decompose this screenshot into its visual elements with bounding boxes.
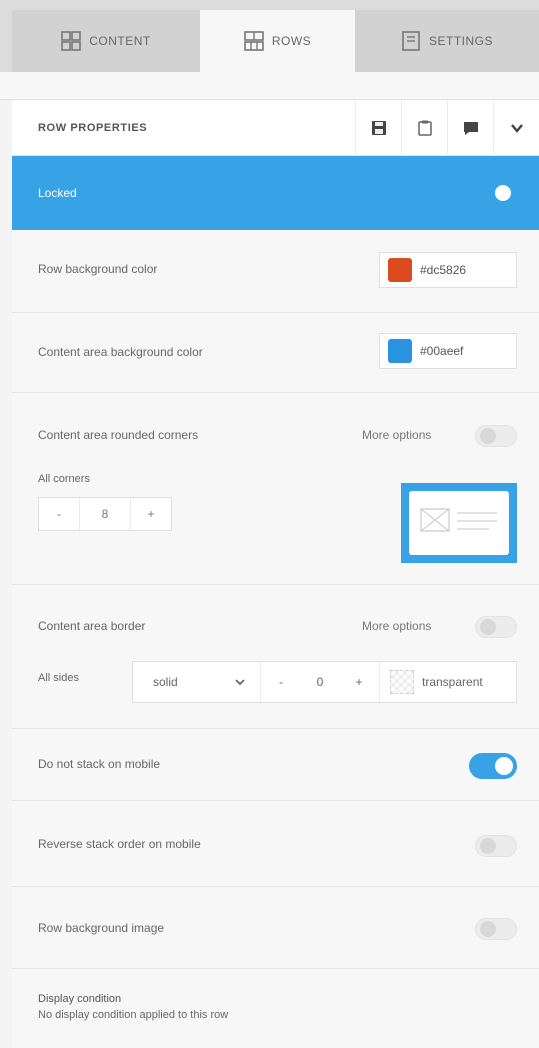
corners-minus-button[interactable]: - (39, 498, 79, 530)
panel-spacer (0, 72, 539, 100)
border-style-select[interactable]: solid (133, 662, 261, 702)
rounded-corners-section: Content area rounded corners More option… (12, 393, 539, 585)
chevron-down-icon (510, 123, 523, 133)
all-corners-label: All corners (38, 473, 90, 485)
chevron-down-icon (235, 679, 245, 686)
border-width-minus-button[interactable]: - (261, 662, 301, 702)
rounded-corners-label: Content area rounded corners (38, 428, 199, 442)
locked-row: Locked (12, 156, 539, 230)
border-controls: solid - 0 + transparent (132, 661, 517, 703)
border-more-options-toggle[interactable] (475, 616, 517, 638)
content-bg-color-value: #00aeef (420, 344, 464, 358)
image-placeholder-icon (420, 508, 497, 532)
no-stack-toggle[interactable] (469, 753, 517, 779)
row-bg-color-swatch[interactable] (388, 258, 412, 282)
settings-panel-icon (402, 31, 420, 51)
locked-label: Locked (38, 186, 77, 200)
border-color-input[interactable]: transparent (379, 662, 516, 702)
toggle-knob (480, 838, 496, 854)
corners-more-options-toggle[interactable] (475, 425, 517, 447)
corners-value[interactable]: 8 (79, 498, 131, 530)
reverse-stack-toggle[interactable] (475, 835, 517, 857)
toggle-knob (495, 757, 513, 775)
display-condition-label: Display condition (38, 993, 122, 1005)
rows-grid-icon (244, 31, 264, 51)
border-label: Content area border (38, 619, 146, 633)
save-button[interactable] (355, 99, 401, 156)
no-stack-section: Do not stack on mobile (12, 729, 539, 801)
reverse-stack-section: Reverse stack order on mobile (12, 801, 539, 887)
tab-bar: CONTENT ROWS SETTINGS (0, 0, 539, 72)
display-condition-description: No display condition applied to this row (38, 1009, 229, 1021)
row-properties-title: ROW PROPERTIES (38, 121, 148, 134)
content-bg-color-label: Content area background color (38, 345, 203, 359)
border-more-options-label: More options (362, 619, 432, 633)
row-background-color-section: Row background color #dc5826 (12, 230, 539, 313)
clipboard-icon (417, 120, 432, 136)
reverse-stack-label: Reverse stack order on mobile (38, 837, 201, 851)
toggle-knob (495, 185, 511, 201)
border-width-plus-button[interactable]: + (339, 662, 379, 702)
border-style-value: solid (153, 675, 178, 689)
row-properties-header: ROW PROPERTIES (12, 99, 539, 156)
save-icon (371, 120, 386, 135)
row-bg-image-toggle[interactable] (475, 918, 517, 940)
comment-button[interactable] (447, 99, 493, 156)
toggle-knob (480, 619, 496, 635)
tab-settings-label: SETTINGS (428, 34, 493, 48)
no-stack-label: Do not stack on mobile (38, 757, 161, 771)
display-condition-section[interactable]: Display condition No display condition a… (12, 969, 539, 1048)
locked-toggle[interactable] (475, 182, 517, 204)
comment-icon (463, 121, 478, 135)
row-bg-image-label: Row background image (38, 921, 165, 935)
corners-preview (401, 483, 517, 563)
content-bg-color-section: Content area background color #00aeef (12, 313, 539, 393)
row-bg-color-label: Row background color (38, 262, 158, 276)
tab-content-label: CONTENT (89, 34, 151, 48)
transparent-swatch[interactable] (390, 670, 414, 694)
preview-box (409, 491, 509, 555)
toggle-knob (480, 921, 496, 937)
all-sides-label: All sides (38, 672, 79, 684)
row-bg-image-section: Row background image (12, 887, 539, 969)
content-bg-color-input[interactable]: #00aeef (379, 333, 517, 369)
content-grid-icon (61, 31, 82, 51)
toggle-knob (480, 428, 496, 444)
content-bg-color-swatch[interactable] (388, 339, 412, 363)
row-bg-color-input[interactable]: #dc5826 (379, 252, 517, 288)
border-width-value[interactable]: 0 (301, 662, 339, 702)
tab-rows[interactable]: ROWS (200, 10, 355, 72)
collapse-button[interactable] (493, 99, 539, 156)
corners-more-options-label: More options (362, 428, 432, 442)
row-bg-color-value: #dc5826 (420, 263, 467, 277)
corners-plus-button[interactable]: + (131, 498, 171, 530)
tab-content[interactable]: CONTENT (12, 10, 200, 72)
corners-stepper: - 8 + (38, 497, 172, 531)
tab-settings[interactable]: SETTINGS (355, 10, 539, 72)
border-section: Content area border More options All sid… (12, 585, 539, 729)
border-color-value: transparent (422, 675, 483, 689)
tab-rows-label: ROWS (271, 34, 312, 48)
copy-button[interactable] (401, 99, 447, 156)
